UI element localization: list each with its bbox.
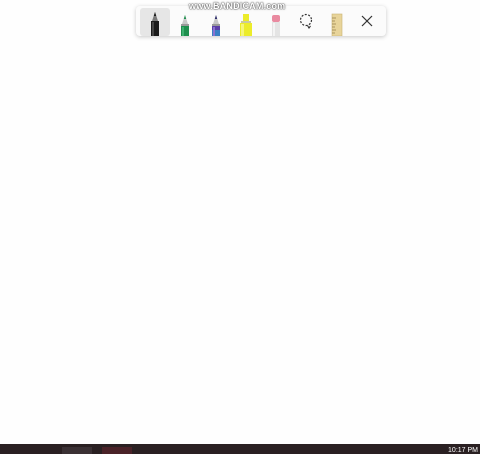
close-button[interactable] xyxy=(352,6,382,36)
taskbar-clock[interactable]: 10:17 PM xyxy=(448,447,478,454)
ruler-icon xyxy=(331,13,342,36)
eraser-tool[interactable] xyxy=(261,6,291,36)
eraser-icon xyxy=(272,15,281,36)
taskbar-app-button[interactable] xyxy=(62,447,92,454)
lasso-select-icon xyxy=(300,13,313,29)
pen-tool[interactable] xyxy=(170,6,200,36)
calligraphy-pen-icon xyxy=(211,15,220,36)
highlighter-tool[interactable] xyxy=(231,6,261,36)
taskbar-app-button[interactable] xyxy=(102,447,132,454)
ballpoint-pen-tool[interactable] xyxy=(140,7,171,36)
ruler-tool[interactable] xyxy=(322,6,352,36)
ballpoint-pen-icon xyxy=(151,11,160,36)
pen-icon xyxy=(181,15,190,36)
highlighter-icon xyxy=(239,14,252,36)
ink-canvas[interactable] xyxy=(0,0,480,444)
calligraphy-pen-tool[interactable] xyxy=(201,6,231,36)
ink-toolbar xyxy=(136,6,386,36)
taskbar: 10:17 PM xyxy=(0,444,480,454)
close-icon xyxy=(361,15,373,27)
lasso-select-tool[interactable] xyxy=(291,6,321,36)
